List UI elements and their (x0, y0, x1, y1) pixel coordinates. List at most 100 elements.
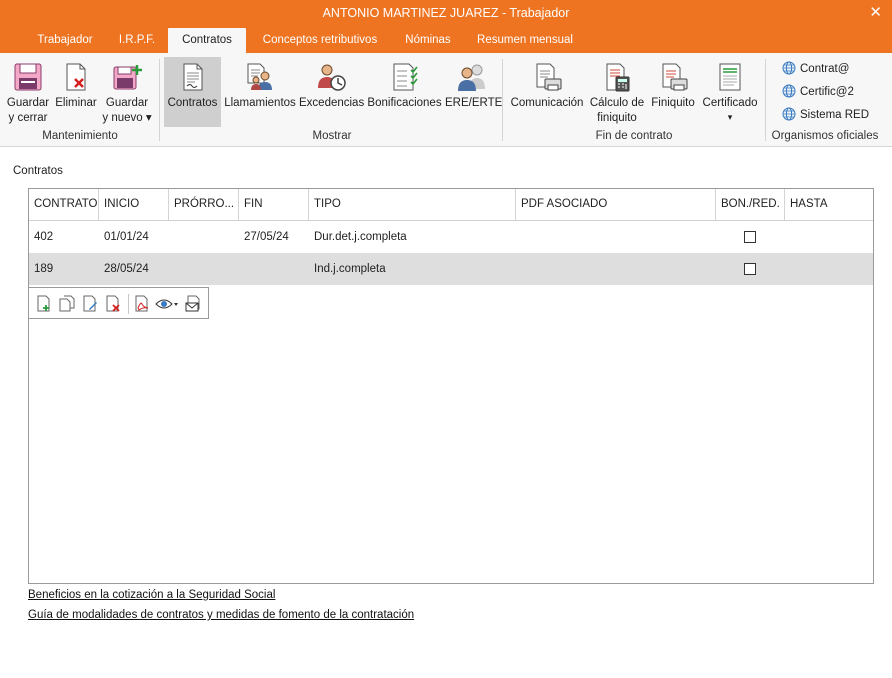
cell-fin: 27/05/24 (244, 231, 289, 243)
tab-contratos[interactable]: Contratos (168, 28, 246, 54)
cell-pdf (516, 221, 521, 253)
calculo-finiquito-button[interactable]: Cálculo de finiquito (588, 57, 646, 127)
globe-icon (782, 84, 796, 98)
col-fin[interactable]: FIN (239, 189, 309, 220)
tab-resumen-mensual[interactable]: Resumen mensual (466, 28, 584, 53)
group-organismos-label: Organismos oficiales (771, 130, 879, 142)
ribbon-separator (502, 59, 503, 141)
guardar-nuevo-label-1: Guardar (105, 97, 149, 109)
certifica2-link[interactable]: Certific@2 (782, 83, 854, 101)
finiquito-label: Finiquito (651, 97, 695, 109)
cell-prorroga (169, 221, 174, 253)
excedencias-label: Excedencias (299, 97, 365, 109)
cell-hasta (785, 253, 790, 285)
contratos-button[interactable]: Contratos (164, 57, 221, 127)
contrata-label: Contrat@ (800, 63, 850, 75)
tab-conceptos-retributivos[interactable]: Conceptos retributivos (250, 28, 390, 53)
group-fin-contrato-label: Fin de contrato (595, 130, 673, 142)
communication-print-icon (536, 63, 562, 91)
cell-tipo: Dur.det.j.completa (314, 231, 407, 243)
tab-trabajador[interactable]: Trabajador (24, 28, 106, 53)
toolbar-separator (128, 294, 129, 314)
globe-icon (782, 107, 796, 121)
close-icon[interactable]: ✕ (869, 3, 882, 21)
col-tipo[interactable]: TIPO (309, 189, 516, 220)
llamamientos-button[interactable]: Llamamientos (224, 57, 296, 127)
delete-document-icon (66, 63, 86, 91)
table-row-selected[interactable]: 189 28/05/24 Ind.j.completa (29, 253, 873, 285)
contrata-link[interactable]: Contrat@ (782, 60, 849, 78)
guardar-cerrar-label-1: Guardar (6, 97, 50, 109)
guardar-nuevo-label-2: y nuevo ▾ (102, 112, 152, 124)
severance-print-icon (662, 63, 688, 91)
pdf-icon[interactable] (133, 295, 151, 313)
ribbon-separator (765, 59, 766, 141)
view-dropdown-icon[interactable] (155, 295, 179, 313)
cell-hasta (785, 221, 790, 253)
comunicacion-button[interactable]: Comunicación (508, 57, 586, 127)
table-row[interactable]: 402 01/01/24 27/05/24 Dur.det.j.completa (29, 221, 873, 253)
section-title: Contratos (13, 165, 63, 177)
guardar-nuevo-button[interactable]: Guardar y nuevo ▾ (100, 57, 154, 127)
chevron-down-icon: ▾ (727, 112, 733, 122)
email-document-icon[interactable] (184, 295, 202, 313)
edit-document-icon[interactable] (81, 295, 99, 313)
cell-contrato: 402 (34, 231, 54, 243)
calls-people-icon (247, 63, 272, 90)
finiquito-button[interactable]: Finiquito (648, 57, 698, 127)
beneficios-link[interactable]: Beneficios en la cotización a la Segurid… (28, 589, 275, 601)
ere-people-icon (458, 64, 485, 91)
copy-document-icon[interactable] (58, 295, 76, 313)
certificate-document-icon (719, 63, 741, 91)
save-close-icon (14, 63, 42, 91)
group-mostrar-label: Mostrar (312, 130, 352, 142)
cell-contrato: 189 (34, 263, 54, 275)
save-new-icon (113, 65, 142, 90)
certificado-button[interactable]: Certificado ▾ (700, 57, 760, 127)
window-title: ANTONIO MARTINEZ JUAREZ - Trabajador (322, 6, 570, 20)
col-contrato[interactable]: CONTRATO (29, 189, 99, 220)
contract-document-icon (183, 63, 202, 91)
delete-document-icon[interactable] (104, 295, 122, 313)
globe-icon (782, 61, 796, 75)
ribbon-separator (159, 59, 160, 141)
title-bar: ANTONIO MARTINEZ JUAREZ - Trabajador ✕ (0, 0, 892, 28)
comunicacion-label: Comunicación (510, 97, 584, 109)
tab-irpf[interactable]: I.R.P.F. (108, 28, 166, 53)
guia-link[interactable]: Guía de modalidades de contratos y medid… (28, 609, 414, 621)
bonificaciones-button[interactable]: Bonificaciones (366, 57, 443, 127)
guardar-cerrar-label-2: y cerrar (8, 112, 48, 124)
col-hasta[interactable]: HASTA (785, 189, 873, 220)
contracts-grid: CONTRATO INICIO PRÓRRO... FIN TIPO PDF A… (28, 188, 874, 584)
main-tabs: Trabajador I.R.P.F. Contratos Conceptos … (0, 28, 892, 54)
grid-toolbar (28, 287, 209, 319)
cell-prorroga (169, 253, 174, 285)
col-bon-red[interactable]: BON./RED. (716, 189, 785, 220)
certificado-label: Certificado (702, 97, 758, 109)
new-document-icon[interactable] (35, 295, 53, 313)
sistema-red-label: Sistema RED (800, 109, 870, 121)
sistema-red-link[interactable]: Sistema RED (782, 106, 869, 124)
contratos-label: Contratos (167, 97, 218, 109)
eliminar-button[interactable]: Eliminar (54, 57, 98, 127)
cell-inicio: 01/01/24 (104, 231, 149, 243)
cell-fin (239, 253, 244, 285)
cell-inicio: 28/05/24 (104, 263, 149, 275)
certifica2-label: Certific@2 (800, 86, 854, 98)
ribbon: Guardar y cerrar Eliminar Guardar y nuev… (0, 53, 892, 147)
ere-erte-button[interactable]: ERE/ERTE (445, 57, 503, 127)
ere-erte-label: ERE/ERTE (445, 97, 503, 109)
guardar-cerrar-button[interactable]: Guardar y cerrar (4, 57, 52, 127)
bon-red-checkbox[interactable] (744, 231, 756, 243)
tab-nominas[interactable]: Nóminas (396, 28, 460, 53)
cell-pdf (516, 253, 521, 285)
excedencias-button[interactable]: Excedencias (299, 57, 365, 127)
calculo-label-2: finiquito (597, 112, 637, 124)
calculator-document-icon (606, 63, 630, 92)
col-inicio[interactable]: INICIO (99, 189, 169, 220)
col-pdf-asociado[interactable]: PDF ASOCIADO (516, 189, 716, 220)
eliminar-label: Eliminar (55, 97, 97, 109)
col-prorroga[interactable]: PRÓRRO... (169, 189, 239, 220)
group-mantenimiento-label: Mantenimiento (42, 130, 118, 142)
bon-red-checkbox[interactable] (744, 263, 756, 275)
